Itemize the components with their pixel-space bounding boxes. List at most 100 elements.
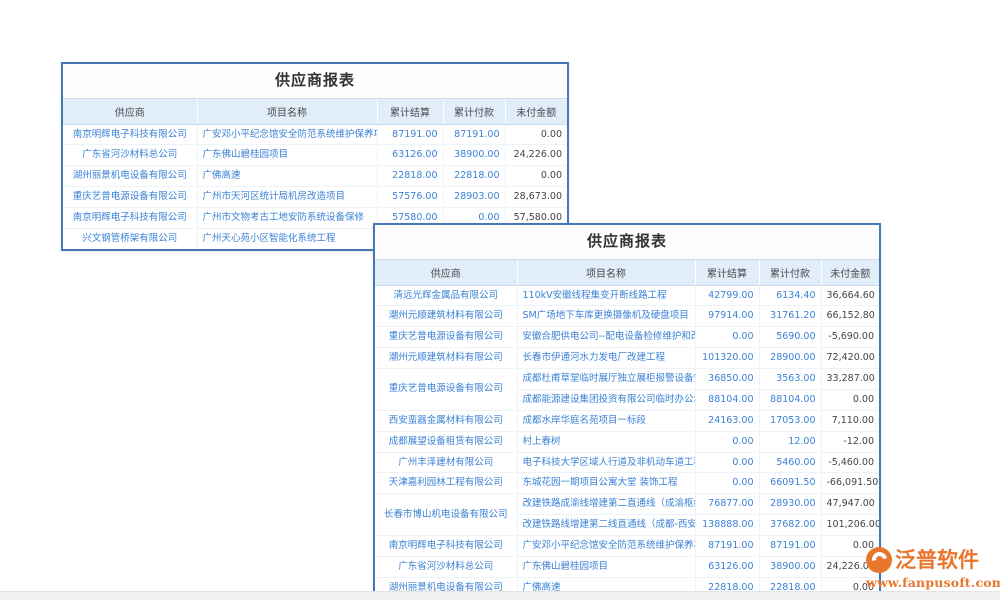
cell-supplier: 广州丰泽建材有限公司	[375, 452, 517, 473]
cell-supplier: 广东省河沙材料总公司	[375, 556, 517, 577]
cell-settled: 36850.00	[695, 369, 759, 390]
cell-settled: 138888.00	[695, 515, 759, 536]
cell-supplier: 潮州元顺建筑材料有限公司	[375, 306, 517, 327]
report-title: 供应商报表	[63, 64, 567, 99]
cell-unpaid: 28,673.00	[505, 187, 567, 208]
cell-supplier: 南京明辉电子科技有限公司	[63, 208, 197, 229]
cell-project: 广东佛山碧桂园项目	[517, 556, 695, 577]
cell-settled: 87191.00	[695, 536, 759, 557]
fanpu-watermark: 泛普软件 www.fanpusoft.com	[866, 546, 996, 592]
column-header-supplier[interactable]: 供应商	[375, 260, 517, 286]
cell-paid: 66091.50	[759, 473, 821, 494]
cell-project: 成都水岸华庭名苑项目一标段	[517, 410, 695, 431]
cell-settled: 0.00	[695, 431, 759, 452]
column-header-paid[interactable]: 累计付款	[759, 260, 821, 286]
brand-name: 泛普软件	[895, 550, 979, 571]
cell-paid: 38900.00	[443, 145, 505, 166]
cell-project: 110kV安徽线程集变开断线路工程	[517, 285, 695, 306]
table-row[interactable]: 广东省河沙材料总公司广东佛山碧桂园项目63126.0038900.0024,22…	[375, 556, 879, 577]
cell-unpaid: -12.00	[821, 431, 879, 452]
cell-supplier: 重庆艺普电源设备有限公司	[375, 369, 517, 411]
cell-supplier: 广东省河沙材料总公司	[63, 145, 197, 166]
table-row[interactable]: 长春市博山机电设备有限公司改建铁路成渝线增建第二直通线（成渝枢纽）电力线7687…	[375, 494, 879, 515]
cell-project: 广安邓小平纪念馆安全防范系统维护保养项目	[517, 536, 695, 557]
cell-settled: 101320.00	[695, 348, 759, 369]
brand-url: www.fanpusoft.com	[866, 575, 996, 590]
cell-settled: 63126.00	[695, 556, 759, 577]
cell-project: 成都能源建设集团投资有限公司临时办公场所装修	[517, 389, 695, 410]
cell-supplier: 湖州丽景机电设备有限公司	[63, 166, 197, 187]
cell-project: 改建铁路成渝线增建第二直通线（成渝枢纽）电力线	[517, 494, 695, 515]
cell-paid: 28900.00	[759, 348, 821, 369]
cell-supplier: 天津嘉利园林工程有限公司	[375, 473, 517, 494]
cell-unpaid: 24,226.00	[505, 145, 567, 166]
table-row[interactable]: 潮州元顺建筑材料有限公司长春市伊通河水力发电厂改建工程101320.002890…	[375, 348, 879, 369]
cell-supplier: 南京明辉电子科技有限公司	[63, 124, 197, 145]
cell-paid: 28903.00	[443, 187, 505, 208]
cell-project: 广州市文物考古工地安防系统设备保修	[197, 208, 377, 229]
table-row[interactable]: 广州丰泽建材有限公司电子科技大学区域人行道及非机动车道工程施工0.005460.…	[375, 452, 879, 473]
table-row[interactable]: 成都展望设备租赁有限公司村上春树0.0012.00-12.00	[375, 431, 879, 452]
cell-unpaid: -66,091.50	[821, 473, 879, 494]
cell-settled: 63126.00	[377, 145, 443, 166]
table-body: 清远光辉金属品有限公司110kV安徽线程集变开断线路工程42799.006134…	[375, 285, 879, 600]
cell-settled: 22818.00	[377, 166, 443, 187]
column-header-paid[interactable]: 累计付款	[443, 99, 505, 125]
table-row[interactable]: 南京明辉电子科技有限公司广安邓小平纪念馆安全防范系统维护保养项目87191.00…	[375, 536, 879, 557]
cell-settled: 57576.00	[377, 187, 443, 208]
cell-settled: 0.00	[695, 473, 759, 494]
column-header-project[interactable]: 项目名称	[197, 99, 377, 125]
cell-settled: 76877.00	[695, 494, 759, 515]
cell-settled: 88104.00	[695, 389, 759, 410]
column-header-project[interactable]: 项目名称	[517, 260, 695, 286]
table-header-row: 供应商 项目名称 累计结算 累计付款 未付金额	[63, 99, 567, 125]
cell-supplier: 南京明辉电子科技有限公司	[375, 536, 517, 557]
cell-project: 电子科技大学区域人行道及非机动车道工程施工	[517, 452, 695, 473]
cell-paid: 38900.00	[759, 556, 821, 577]
cell-paid: 37682.00	[759, 515, 821, 536]
column-header-unpaid[interactable]: 未付金额	[505, 99, 567, 125]
cell-unpaid: 7,110.00	[821, 410, 879, 431]
cell-supplier: 重庆艺普电源设备有限公司	[375, 327, 517, 348]
column-header-supplier[interactable]: 供应商	[63, 99, 197, 125]
table-row[interactable]: 天津嘉利园林工程有限公司东城花园一期项目公寓大堂 装饰工程0.0066091.5…	[375, 473, 879, 494]
cell-supplier: 重庆艺普电源设备有限公司	[63, 187, 197, 208]
fanpu-swirl-icon	[866, 547, 892, 573]
table-row[interactable]: 重庆艺普电源设备有限公司安徽合肥供电公司--配电设备检修维护和改造0.00569…	[375, 327, 879, 348]
table-row[interactable]: 清远光辉金属品有限公司110kV安徽线程集变开断线路工程42799.006134…	[375, 285, 879, 306]
cell-unpaid: 47,947.00	[821, 494, 879, 515]
column-header-unpaid[interactable]: 未付金额	[821, 260, 879, 286]
table-row[interactable]: 广东省河沙材料总公司广东佛山碧桂园项目63126.0038900.0024,22…	[63, 145, 567, 166]
cell-paid: 87191.00	[759, 536, 821, 557]
table-row[interactable]: 潮州元顺建筑材料有限公司SM广场地下车库更换摄像机及硬盘项目97914.0031…	[375, 306, 879, 327]
page-bottom-strip	[0, 591, 1000, 600]
table-row[interactable]: 重庆艺普电源设备有限公司广州市天河区统计局机房改造项目57576.0028903…	[63, 187, 567, 208]
cell-settled: 0.00	[695, 327, 759, 348]
table-header-row: 供应商 项目名称 累计结算 累计付款 未付金额	[375, 260, 879, 286]
cell-unpaid: 0.00	[821, 389, 879, 410]
table-row[interactable]: 湖州丽景机电设备有限公司广佛高速22818.0022818.000.00	[63, 166, 567, 187]
cell-paid: 5460.00	[759, 452, 821, 473]
cell-unpaid: 36,664.60	[821, 285, 879, 306]
cell-unpaid: 0.00	[505, 124, 567, 145]
cell-project: 成都杜甫草堂临时展厅独立展柜报警设备安装项目	[517, 369, 695, 390]
cell-supplier: 兴文钢管桥架有限公司	[63, 228, 197, 248]
cell-supplier: 西安蛮器金属材料有限公司	[375, 410, 517, 431]
supplier-report-table-2: 供应商 项目名称 累计结算 累计付款 未付金额 清远光辉金属品有限公司110kV…	[375, 260, 879, 600]
column-header-settled[interactable]: 累计结算	[377, 99, 443, 125]
cell-paid: 6134.40	[759, 285, 821, 306]
cell-unpaid: -5,460.00	[821, 452, 879, 473]
cell-settled: 87191.00	[377, 124, 443, 145]
table-row[interactable]: 重庆艺普电源设备有限公司成都杜甫草堂临时展厅独立展柜报警设备安装项目36850.…	[375, 369, 879, 390]
cell-unpaid: -5,690.00	[821, 327, 879, 348]
column-header-settled[interactable]: 累计结算	[695, 260, 759, 286]
cell-supplier: 成都展望设备租赁有限公司	[375, 431, 517, 452]
cell-project: 村上春树	[517, 431, 695, 452]
table-row[interactable]: 南京明辉电子科技有限公司广安邓小平纪念馆安全防范系统维护保养项目87191.00…	[63, 124, 567, 145]
report-title: 供应商报表	[375, 225, 879, 260]
cell-unpaid: 33,287.00	[821, 369, 879, 390]
cell-paid: 88104.00	[759, 389, 821, 410]
table-row[interactable]: 西安蛮器金属材料有限公司成都水岸华庭名苑项目一标段24163.0017053.0…	[375, 410, 879, 431]
cell-paid: 28930.00	[759, 494, 821, 515]
cell-paid: 12.00	[759, 431, 821, 452]
